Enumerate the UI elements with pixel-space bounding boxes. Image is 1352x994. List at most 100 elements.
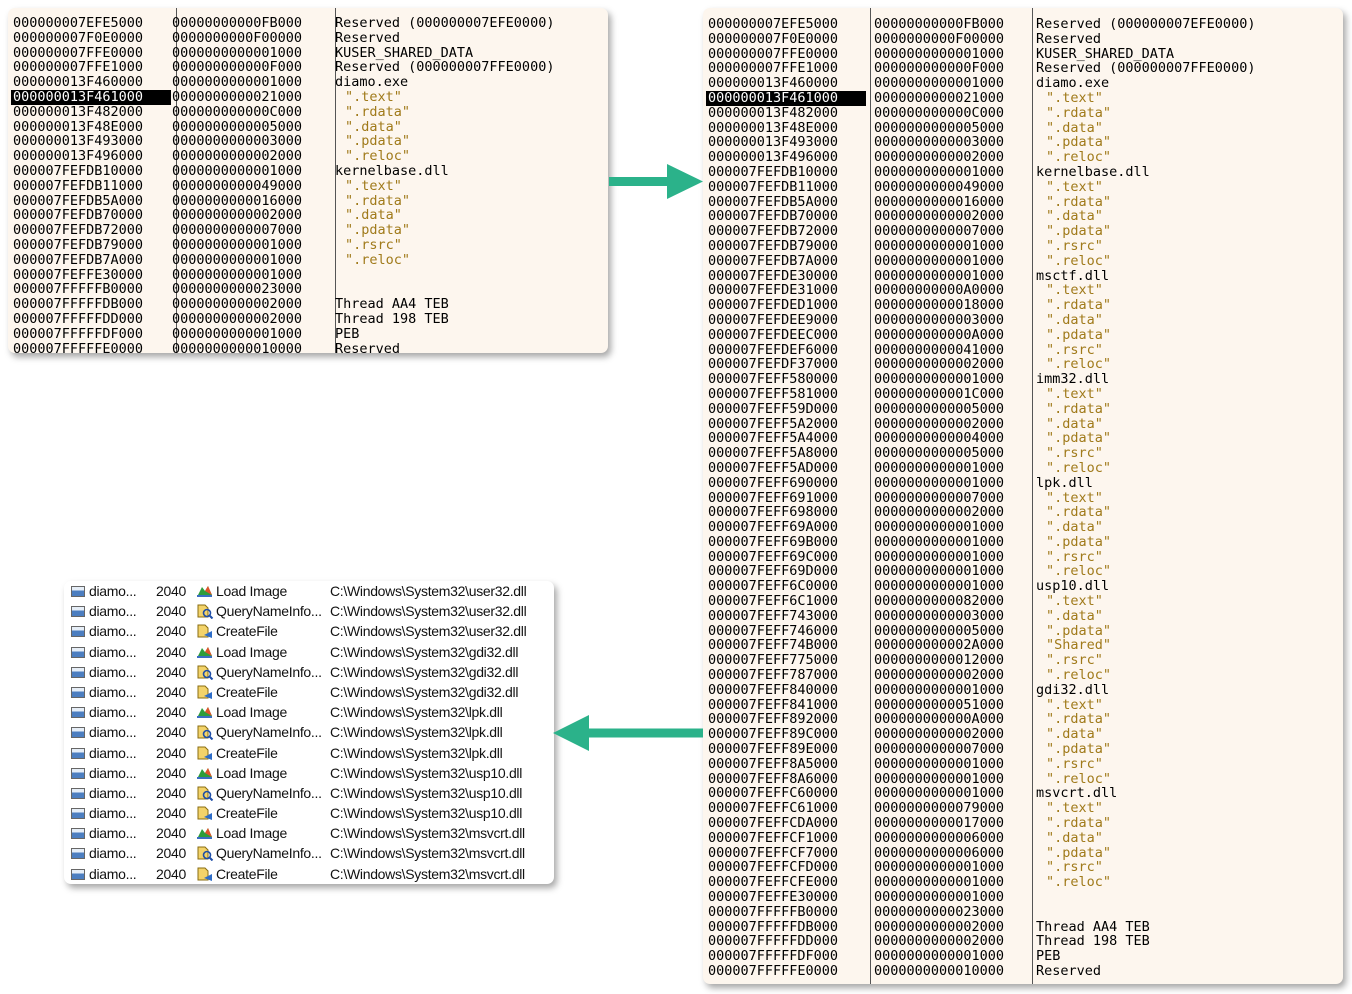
memory-region-row[interactable]: 000007FEFF5AD000 0000000000001000 ".reloc" (703, 461, 1343, 476)
memory-region-row[interactable]: 000007FEFDED1000 0000000000018000 ".rdata" (703, 298, 1343, 313)
memory-region-row[interactable]: 000007FEFFC60000 0000000000001000 msvcrt.d… (703, 786, 1343, 801)
event-row[interactable]: diamo... 2040 QueryNameInfo... C:\Windows\S… (64, 843, 554, 863)
memory-region-row[interactable]: 000000013F460000 0000000000001000 diamo.ex… (8, 75, 608, 90)
memory-region-row[interactable]: 000000013F461000 0000000000021000 ".text" (703, 91, 1343, 106)
memory-region-row[interactable]: 000000013F496000 0000000000002000 ".reloc" (703, 150, 1343, 165)
memory-region-row[interactable]: 000007FEFDB7A000 0000000000001000 ".reloc" (703, 253, 1343, 269)
memory-region-row[interactable]: 000007FEFF743000 0000000000003000 ".data" (703, 609, 1343, 624)
memory-region-row[interactable]: 000007FEFF690000 0000000000001000 lpk.dll (703, 475, 1343, 491)
memory-region-row[interactable]: 000007FEFDB79000 0000000000001000 ".rsrc" (703, 239, 1343, 254)
memory-region-row[interactable]: 000007FEFFCF7000 0000000000006000 ".pdata" (703, 845, 1343, 861)
memory-region-row[interactable]: 000007FFFFFDF000 0000000000001000 PEB (703, 949, 1343, 964)
event-row[interactable]: diamo... 2040 QueryNameInfo... C:\Windows\S… (64, 662, 554, 682)
memory-region-row[interactable]: 000007FEFDEEC000 000000000000A000 ".pdata" (703, 327, 1343, 343)
memory-region-row[interactable]: 000007FFFFFDB000 0000000000002000 Thread A… (8, 297, 608, 312)
memory-region-row[interactable]: 000007FEFDB7A000 0000000000001000 ".reloc" (8, 252, 608, 268)
event-row[interactable]: diamo... 2040 CreateFile C:\Windows\System3… (64, 864, 554, 884)
memory-region-row[interactable]: 000007FEFFCFE000 0000000000001000 ".reloc" (703, 875, 1343, 890)
memory-region-row[interactable]: 000007FEFDB5A000 0000000000016000 ".rdata" (703, 194, 1343, 210)
memory-region-row[interactable]: 000007FEFF5A4000 0000000000004000 ".pdata" (703, 431, 1343, 446)
memory-region-row[interactable]: 000007FEFF581000 000000000001C000 ".text" (703, 387, 1343, 402)
event-row[interactable]: diamo... 2040 CreateFile C:\Windows\System3… (64, 682, 554, 702)
memory-region-row[interactable]: 000007FFFFFDD000 0000000000002000 Thread 1… (703, 934, 1343, 949)
memory-region-row[interactable]: 000007FEFDB10000 0000000000001000 kernelba… (8, 164, 608, 179)
memory-region-row[interactable]: 000007FEFF8A5000 0000000000001000 ".rsrc" (703, 757, 1343, 772)
memory-region-row[interactable]: 000007FEFDE30000 0000000000001000 msctf.dl… (703, 268, 1343, 284)
memory-region-row[interactable]: 000007FEFF840000 0000000000001000 gdi32.dl… (703, 683, 1343, 698)
memory-region-row[interactable]: 000000013F460000 0000000000001000 diamo.ex… (703, 76, 1343, 91)
memory-region-row[interactable]: 000007FEFF5A8000 0000000000005000 ".rsrc" (703, 446, 1343, 461)
memory-region-row[interactable]: 000000013F48E000 0000000000005000 ".data" (8, 119, 608, 135)
event-row[interactable]: diamo... 2040 QueryNameInfo... C:\Windows\S… (64, 601, 554, 621)
memory-region-row[interactable]: 000007FFFFFDB000 0000000000002000 Thread A… (703, 919, 1343, 935)
memory-region-row[interactable]: 000000007FFE0000 0000000000001000 KUSER_SH… (703, 46, 1343, 62)
memory-region-row[interactable]: 000007FEFDEF6000 0000000000041000 ".rsrc" (703, 342, 1343, 358)
memory-region-row[interactable]: 000007FFFFFB0000 0000000000023000 (8, 282, 608, 297)
memory-region-row[interactable]: 000007FEFDB70000 0000000000002000 ".data" (703, 209, 1343, 224)
event-row[interactable]: diamo... 2040 Load Image C:\Windows\System3… (64, 702, 554, 722)
memory-region-row[interactable]: 000000013F48E000 0000000000005000 ".data" (703, 120, 1343, 136)
memory-region-row[interactable]: 000007FEFDE31000 00000000000A0000 ".text" (703, 283, 1343, 298)
memory-region-row[interactable]: 000007FEFF5A2000 0000000000002000 ".data" (703, 416, 1343, 432)
memory-region-row[interactable]: 000007FEFF59D000 0000000000005000 ".rdata" (703, 401, 1343, 417)
memory-region-row[interactable]: 000000013F493000 0000000000003000 ".pdata" (8, 134, 608, 149)
memory-region-row[interactable]: 000007FEFFE30000 0000000000001000 (8, 267, 608, 283)
memory-region-row[interactable]: 000007FEFF69D000 0000000000001000 ".reloc" (703, 564, 1343, 579)
event-row[interactable]: diamo... 2040 Load Image C:\Windows\System3… (64, 642, 554, 662)
memory-region-row[interactable]: 000007FEFF89C000 0000000000002000 ".data" (703, 727, 1343, 742)
memory-region-row[interactable]: 000007FEFDB11000 0000000000049000 ".text" (703, 179, 1343, 195)
memory-region-row[interactable]: 000000013F482000 000000000000C000 ".rdata" (703, 105, 1343, 121)
memory-region-row[interactable]: 000007FEFDB10000 0000000000001000 kernelba… (703, 165, 1343, 180)
memory-region-row[interactable]: 000007FEFF89E000 0000000000007000 ".pdata" (703, 742, 1343, 757)
memory-region-row[interactable]: 000000007FFE0000 0000000000001000 KUSER_SH… (8, 45, 608, 61)
memory-region-row[interactable]: 000007FEFF787000 0000000000002000 ".reloc" (703, 668, 1343, 683)
memory-region-row[interactable]: 000007FEFDB79000 0000000000001000 ".rsrc" (8, 238, 608, 253)
memory-region-row[interactable]: 000007FEFFCFD000 0000000000001000 ".rsrc" (703, 860, 1343, 875)
memory-region-row[interactable]: 000000013F496000 0000000000002000 ".reloc" (8, 149, 608, 164)
memory-region-row[interactable]: 000000007F0E0000 0000000000F00000 Reserved (703, 31, 1343, 47)
event-row[interactable]: diamo... 2040 CreateFile C:\Windows\System3… (64, 743, 554, 763)
memory-region-row[interactable]: 000007FEFF74B000 000000000002A000 "Shared" (703, 638, 1343, 653)
memory-region-row[interactable]: 000007FEFF69B000 0000000000001000 ".pdata" (703, 535, 1343, 550)
memory-region-row[interactable]: 000007FEFF841000 0000000000051000 ".text" (703, 697, 1343, 713)
memory-region-row[interactable]: 000007FFFFFB0000 0000000000023000 (703, 905, 1343, 920)
memory-region-row[interactable]: 000007FEFF746000 0000000000005000 ".pdata" (703, 623, 1343, 639)
memory-region-row[interactable]: 000007FEFF698000 0000000000002000 ".rdata" (703, 505, 1343, 520)
memory-region-row[interactable]: 000007FFFFFE0000 0000000000010000 Reserved (8, 341, 608, 353)
memory-region-row[interactable]: 000000007FFE1000 000000000000F000 Reserved… (8, 60, 608, 75)
event-row[interactable]: diamo... 2040 QueryNameInfo... C:\Windows\S… (64, 722, 554, 742)
event-row[interactable]: diamo... 2040 QueryNameInfo... C:\Windows\S… (64, 783, 554, 803)
memory-region-row[interactable]: 000000007EFE5000 00000000000FB000 Reserved… (8, 16, 608, 31)
memory-region-row[interactable]: 000000013F493000 0000000000003000 ".pdata" (703, 135, 1343, 150)
memory-region-row[interactable]: 000007FEFF8A6000 0000000000001000 ".reloc" (703, 771, 1343, 787)
memory-region-row[interactable]: 000007FEFFE30000 0000000000001000 (703, 890, 1343, 905)
memory-region-row[interactable]: 000000007F0E0000 0000000000F00000 Reserved (8, 30, 608, 46)
event-row[interactable]: diamo... 2040 Load Image C:\Windows\System3… (64, 823, 554, 843)
event-row[interactable]: diamo... 2040 CreateFile C:\Windows\System3… (64, 803, 554, 823)
event-row[interactable]: diamo... 2040 Load Image C:\Windows\System3… (64, 581, 554, 601)
memory-region-row[interactable]: 000007FEFF775000 0000000000012000 ".rsrc" (703, 653, 1343, 668)
memory-region-row[interactable]: 000007FEFDB5A000 0000000000016000 ".rdata" (8, 193, 608, 209)
memory-region-row[interactable]: 000007FFFFFE0000 0000000000010000 Reserved (703, 964, 1343, 979)
event-row[interactable]: diamo... 2040 CreateFile C:\Windows\System3… (64, 621, 554, 641)
memory-region-row[interactable]: 000007FEFF691000 0000000000007000 ".text" (703, 490, 1343, 506)
memory-region-row[interactable]: 000000013F482000 000000000000C000 ".rdata" (8, 104, 608, 120)
memory-region-row[interactable]: 000007FEFF580000 0000000000001000 imm32.dl… (703, 372, 1343, 387)
memory-region-row[interactable]: 000007FEFFCF1000 0000000000006000 ".data" (703, 831, 1343, 846)
memory-region-row[interactable]: 000007FEFF892000 000000000000A000 ".rdata" (703, 712, 1343, 727)
memory-region-row[interactable]: 000007FEFFCDA000 0000000000017000 ".rdata" (703, 816, 1343, 831)
memory-region-row[interactable]: 000007FEFDB11000 0000000000049000 ".text" (8, 178, 608, 194)
memory-region-row[interactable]: 000007FEFF6C0000 0000000000001000 usp10.dl… (703, 579, 1343, 594)
memory-region-row[interactable]: 000007FEFF69A000 0000000000001000 ".data" (703, 520, 1343, 535)
memory-region-row[interactable]: 000007FFFFFDD000 0000000000002000 Thread 1… (8, 312, 608, 327)
memory-region-row[interactable]: 000007FEFFC61000 0000000000079000 ".text" (703, 801, 1343, 816)
memory-region-row[interactable]: 000007FEFF6C1000 0000000000082000 ".text" (703, 594, 1343, 609)
memory-region-row[interactable]: 000007FEFDF37000 0000000000002000 ".reloc" (703, 357, 1343, 372)
memory-region-row[interactable]: 000007FEFDB72000 0000000000007000 ".pdata" (703, 224, 1343, 239)
memory-region-row[interactable]: 000007FFFFFDF000 0000000000001000 PEB (8, 326, 608, 342)
memory-region-row[interactable]: 000000013F461000 0000000000021000 ".text" (8, 90, 608, 105)
memory-region-row[interactable]: 000007FEFDEE9000 0000000000003000 ".data" (703, 313, 1343, 328)
memory-region-row[interactable]: 000007FEFDB72000 0000000000007000 ".pdata" (8, 223, 608, 238)
memory-region-row[interactable]: 000007FEFF69C000 0000000000001000 ".rsrc" (703, 549, 1343, 565)
event-row[interactable]: diamo... 2040 Load Image C:\Windows\System3… (64, 763, 554, 783)
